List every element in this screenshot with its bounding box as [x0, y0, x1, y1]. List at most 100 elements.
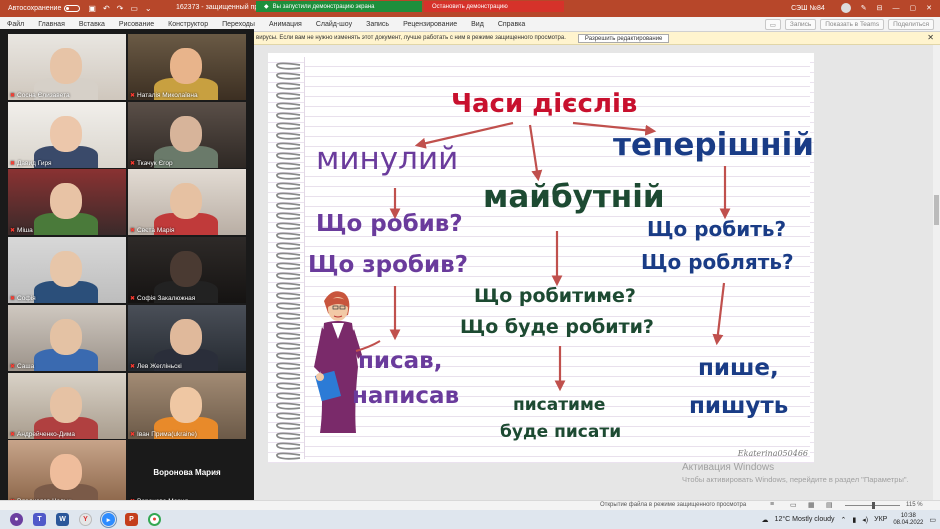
participant-tile[interactable]: ✖ Міша [8, 169, 126, 236]
user-name[interactable]: СЭШ №84 [791, 5, 825, 12]
status-bar: Открытие файла в режиме защищенного прос… [0, 500, 940, 510]
muted-mic-icon: ✖ [130, 296, 136, 303]
participant-tile[interactable]: ✖ Свєта Марія [128, 169, 246, 236]
viber-icon[interactable]: ● [10, 513, 23, 526]
clock[interactable]: 10:38 08.04.2022 [893, 513, 923, 527]
tab-transitions[interactable]: Переходы [222, 21, 255, 28]
stop-share-button[interactable]: Остановить демонстрацию [424, 1, 564, 12]
avatar[interactable] [840, 3, 851, 13]
notes-icon[interactable]: ≡ [770, 501, 774, 508]
clock-time: 10:38 [900, 512, 916, 519]
participant-name: Саша [17, 362, 35, 370]
teams-icon[interactable]: T [33, 513, 46, 526]
close-icon[interactable]: ✕ [926, 4, 932, 12]
participant-face [50, 454, 82, 491]
participant-tile[interactable]: Воронова Мария✖Воронова Мария [128, 440, 246, 507]
participant-name: Софія Закалюжная [137, 295, 196, 303]
present-answer-1: пише, [698, 355, 779, 381]
chrome-icon[interactable]: ● [148, 513, 161, 526]
network-icon[interactable]: ▮ [852, 516, 856, 524]
autosave-toggle[interactable] [64, 5, 81, 12]
language-indicator[interactable]: УКР [874, 516, 887, 523]
slide-canvas[interactable]: Часи дієслів минулий теперішній майбутні… [268, 53, 814, 463]
arrow-present-answers [712, 282, 726, 346]
autosave[interactable]: Автосохранение [8, 5, 81, 12]
tab-draw[interactable]: Рисование [119, 21, 154, 28]
slideshow-icon[interactable]: ▭ [130, 4, 138, 13]
close-icon[interactable]: ✕ [927, 33, 934, 42]
tab-view[interactable]: Вид [471, 21, 484, 28]
chevron-up-icon[interactable]: ⌃ [841, 516, 847, 524]
participant-tile[interactable]: ✖ Наталія Миколаївна [128, 34, 246, 100]
participant-namebar: ✖ Давид Гиря [10, 160, 52, 167]
participant-tile[interactable]: ✖ Саша [8, 304, 126, 371]
slide-signature: Ekaterina050466 [737, 449, 808, 458]
tab-file[interactable]: Файл [7, 21, 24, 28]
notification-icon[interactable]: ▭ [929, 516, 936, 524]
undo-icon[interactable]: ↶ [103, 4, 110, 13]
share-button[interactable]: Поделиться [888, 19, 934, 30]
status-message: Открытие файла в режиме защищенного прос… [600, 502, 747, 508]
tab-help[interactable]: Справка [498, 21, 525, 28]
participant-face [50, 115, 82, 152]
zoom-level[interactable]: 115 % [906, 502, 923, 508]
minimize-icon[interactable]: — [893, 5, 900, 12]
participant-namebar: ✖ Софія Закалюжная [130, 295, 195, 302]
tab-review[interactable]: Рецензирование [403, 21, 457, 28]
weather-text[interactable]: 12°C Mostly cloudy [775, 516, 835, 523]
ribbon-options-icon[interactable]: ⊟ [877, 4, 883, 12]
zoom-slider-knob[interactable] [872, 502, 875, 509]
participant-tile[interactable]: ✖ Сосна Єлизавета [8, 34, 126, 100]
participant-name: Наталія Миколаївна [137, 92, 198, 99]
participant-tile[interactable]: ✖ Лев Жегліньскі [128, 304, 246, 371]
participant-face [170, 115, 202, 152]
tab-animations[interactable]: Анимация [269, 21, 302, 28]
muted-mic-icon: ✖ [10, 160, 16, 167]
word-icon[interactable]: W [56, 513, 69, 526]
participant-face [50, 48, 82, 84]
chevron-down-icon[interactable]: ⌄ [145, 4, 152, 13]
reading-view-icon[interactable]: ▤ [826, 501, 833, 509]
tab-insert[interactable]: Вставка [79, 21, 105, 28]
participant-tile[interactable]: ✖ Іван Прима(ukraine) [128, 372, 246, 439]
system-tray: ☁ 12°C Mostly cloudy ⌃ ▮ ◂) УКР 10:38 08… [762, 511, 936, 528]
participant-tile[interactable]: ✖Владислав Чалык [8, 440, 126, 507]
muted-mic-icon: ✖ [130, 160, 136, 167]
vertical-scrollbar[interactable] [933, 45, 940, 500]
tab-slideshow[interactable]: Слайд-шоу [316, 21, 352, 28]
participant-name: Сосна Єлизавета [17, 92, 70, 99]
redo-icon[interactable]: ↷ [117, 4, 124, 13]
clock-date: 08.04.2022 [893, 519, 924, 526]
comments-button[interactable]: ▭ [764, 19, 781, 30]
tab-home[interactable]: Главная [38, 21, 65, 28]
zoom-icon[interactable]: ▸ [100, 511, 117, 528]
present-teams-button[interactable]: Показать в Teams [820, 19, 885, 30]
participant-tile[interactable]: ✖ Ткачук Єгор [128, 101, 246, 168]
title-bar: Автосохранение ▣ ↶ ↷ ▭ ⌄ 162373 - защище… [0, 0, 940, 17]
maximize-icon[interactable]: ▢ [910, 4, 917, 12]
participant-tile[interactable]: ✖ Софія [8, 237, 126, 304]
participant-face [170, 251, 202, 288]
participant-tile[interactable]: ✖ Андрейченко-Дима [8, 372, 126, 439]
powerpoint-icon[interactable]: P [125, 513, 138, 526]
enable-editing-button[interactable]: Разрешить редактирование [577, 33, 670, 43]
pen-icon[interactable]: ✎ [861, 4, 867, 12]
document-title: 162373 - защищенный про [176, 4, 263, 11]
record-button[interactable]: Запись [784, 19, 817, 30]
arrow-to-future [528, 124, 543, 182]
participant-tile[interactable]: ✖ Давид Гиря [8, 101, 126, 168]
future-tense-label: майбутній [483, 179, 665, 215]
participant-tile[interactable]: ✖ Софія Закалюжная [128, 237, 246, 304]
taskbar: ● T W Y ▸ P ● ☁ 12°C Mostly cloudy ⌃ ▮ ◂… [0, 510, 940, 529]
titlebar-right: СЭШ №84 ✎ ⊟ — ▢ ✕ [791, 3, 932, 13]
slide-sorter-icon[interactable]: ▦ [808, 501, 815, 509]
normal-view-icon[interactable]: ▭ [790, 501, 797, 509]
save-icon[interactable]: ▣ [88, 4, 96, 13]
scrollbar-thumb[interactable] [934, 195, 939, 225]
tab-design[interactable]: Конструктор [168, 21, 208, 28]
volume-icon[interactable]: ◂) [862, 516, 868, 524]
weather-icon: ☁ [761, 516, 769, 524]
future-question-1: Що робитиме? [474, 285, 636, 307]
yandex-browser-icon[interactable]: Y [79, 513, 92, 526]
tab-record[interactable]: Запись [366, 21, 389, 28]
